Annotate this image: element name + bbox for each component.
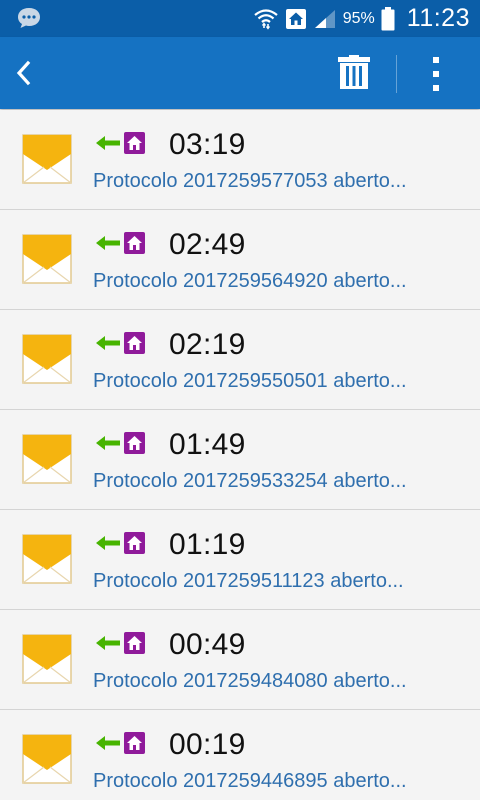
envelope-icon	[22, 634, 72, 684]
envelope-icon	[22, 534, 72, 584]
trash-icon[interactable]	[334, 55, 374, 91]
status-time: 11:23	[406, 4, 470, 32]
home-badge-icon	[124, 632, 145, 654]
action-bar	[0, 37, 480, 109]
envelope-icon	[22, 434, 72, 484]
sent-arrow-icon	[96, 636, 120, 650]
envelope-icon	[22, 734, 72, 784]
message-time: 02:49	[169, 228, 246, 261]
message-list: 03:19 Protocolo 2017259577053 aberto... …	[0, 110, 480, 800]
home-badge-icon	[124, 332, 145, 354]
message-subject: Protocolo 2017259446895 aberto...	[93, 770, 407, 792]
message-list-item[interactable]: 00:19 Protocolo 2017259446895 aberto...	[0, 710, 480, 800]
message-subject: Protocolo 2017259533254 aberto...	[93, 470, 407, 492]
envelope-icon	[22, 134, 72, 184]
message-time: 02:19	[169, 328, 246, 361]
battery-icon	[381, 6, 395, 30]
battery-percent: 95%	[342, 9, 375, 27]
status-bar: 95% 11:23	[0, 0, 480, 37]
message-time: 00:49	[169, 628, 246, 661]
overflow-menu-icon[interactable]	[420, 55, 452, 93]
home-network-icon	[285, 8, 306, 29]
home-badge-icon	[124, 732, 145, 754]
home-badge-icon	[124, 432, 145, 454]
home-badge-icon	[124, 532, 145, 554]
message-list-item[interactable]: 01:49 Protocolo 2017259533254 aberto...	[0, 410, 480, 510]
sent-arrow-icon	[96, 336, 120, 350]
sent-arrow-icon	[96, 536, 120, 550]
message-time: 00:19	[169, 728, 246, 761]
home-badge-icon	[124, 232, 145, 254]
sent-arrow-icon	[96, 136, 120, 150]
message-time: 01:49	[169, 428, 246, 461]
message-list-item[interactable]: 00:49 Protocolo 2017259484080 aberto...	[0, 610, 480, 710]
message-subject: Protocolo 2017259550501 aberto...	[93, 370, 407, 392]
message-subject: Protocolo 2017259577053 aberto...	[93, 170, 407, 192]
chat-bubble-icon	[18, 8, 40, 28]
wifi-icon	[254, 8, 278, 30]
envelope-icon	[22, 334, 72, 384]
message-list-item[interactable]: 02:49 Protocolo 2017259564920 aberto...	[0, 210, 480, 310]
envelope-icon	[22, 234, 72, 284]
signal-icon	[314, 9, 335, 28]
message-subject: Protocolo 2017259484080 aberto...	[93, 670, 407, 692]
message-time: 03:19	[169, 128, 246, 161]
home-badge-icon	[124, 132, 145, 154]
message-list-item[interactable]: 01:19 Protocolo 2017259511123 aberto...	[0, 510, 480, 610]
sent-arrow-icon	[96, 436, 120, 450]
message-list-item[interactable]: 02:19 Protocolo 2017259550501 aberto...	[0, 310, 480, 410]
message-time: 01:19	[169, 528, 246, 561]
sent-arrow-icon	[96, 236, 120, 250]
sent-arrow-icon	[96, 736, 120, 750]
back-arrow-icon[interactable]	[8, 55, 44, 91]
message-subject: Protocolo 2017259511123 aberto...	[93, 570, 404, 592]
message-subject: Protocolo 2017259564920 aberto...	[93, 270, 407, 292]
action-bar-divider	[396, 55, 397, 93]
message-list-item[interactable]: 03:19 Protocolo 2017259577053 aberto...	[0, 110, 480, 210]
